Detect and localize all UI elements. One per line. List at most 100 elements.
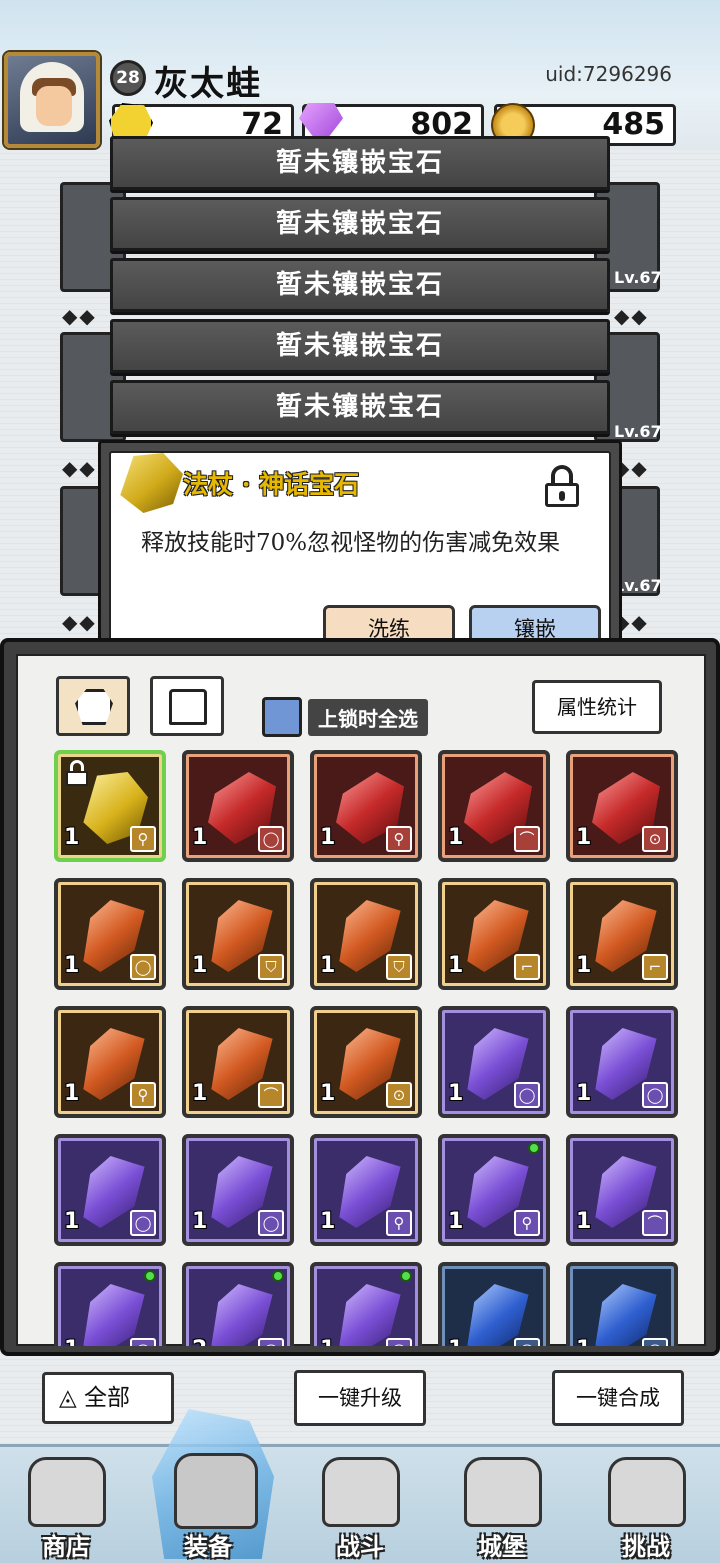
purple-gem-icon (339, 1284, 401, 1346)
gem-item[interactable]: 1 ⚲ (438, 1134, 550, 1246)
gem-item[interactable]: 1 ⛉ (182, 878, 294, 990)
player-avatar[interactable] (4, 52, 100, 148)
nav-label: 城堡 (478, 1532, 526, 1561)
ring-icon: ◯ (258, 826, 284, 852)
item-count: 1 (64, 1081, 80, 1106)
shop-icon (28, 1457, 106, 1527)
nav-challenge[interactable]: 挑战 (582, 1447, 710, 1563)
gem-slot-5[interactable]: 暂未镶嵌宝石 (110, 380, 610, 434)
new-indicator-dot (400, 1270, 412, 1282)
ring-icon: ◯ (386, 1338, 412, 1346)
gem-item[interactable]: 1◯ (54, 1134, 166, 1246)
gem-item[interactable]: 1◯ (438, 1262, 550, 1346)
item-count: 1 (448, 953, 464, 978)
gem-item[interactable]: 1 ⊙ (310, 1006, 422, 1118)
gem-item[interactable]: 1 ⌐ (438, 878, 550, 990)
gem-item[interactable]: 1 ⊙ (566, 750, 678, 862)
equipment-level: Lv.67 (614, 422, 662, 441)
item-count: 1 (320, 1081, 336, 1106)
gem-item[interactable]: 1 ⌐ (566, 878, 678, 990)
gem-slot-1[interactable]: 暂未镶嵌宝石 (110, 136, 610, 190)
gem-slot-2[interactable]: 暂未镶嵌宝石 (110, 197, 610, 251)
select-all-locked[interactable]: 上锁时全选 (262, 694, 458, 740)
attribute-stats-button[interactable]: 属性统计 (532, 680, 662, 734)
item-count: 1 (576, 1337, 591, 1346)
lock-icon[interactable] (545, 465, 579, 507)
boots-icon: ⌐ (514, 954, 540, 980)
gem-item[interactable]: 1◯ (54, 1262, 166, 1346)
gem-item[interactable]: 1◯ (54, 878, 166, 990)
item-count: 1 (64, 1337, 79, 1346)
item-count: 1 (576, 1081, 592, 1106)
ring-icon: ◯ (130, 1338, 156, 1346)
gem-description: 释放技能时70%忽视怪物的伤害减免效果 (141, 530, 561, 556)
lock-icon (66, 760, 88, 786)
gem-item[interactable]: 1 ⚲ (54, 1006, 166, 1118)
nav-equipment[interactable]: 装备 (144, 1409, 274, 1563)
star-diamond-icon: ◆◆ (614, 304, 649, 328)
nav-label: 商店 (42, 1532, 90, 1561)
gem-detail-popup: 法杖 · 神话宝石 释放技能时70%忽视怪物的伤害减免效果 洗练 镶嵌 (98, 440, 622, 666)
necklace-icon: ⊙ (642, 826, 668, 852)
select-all-checkbox[interactable] (262, 697, 302, 737)
tab-clothing[interactable] (150, 676, 224, 736)
one-click-merge-button[interactable]: 一键合成 (552, 1370, 684, 1426)
gem-item[interactable]: 1 ⌒ (566, 1134, 678, 1246)
avatar-face (36, 86, 72, 126)
item-count: 1 (192, 1209, 208, 1234)
inventory-inner: 上锁时全选 属性统计 1 ⚲ 1 ◯ 1 ⚲ 1 ⌒ 1 ⊙ 1 ◯ 1 ⛉ 1 ⛉ 1 ⌐ 1 ⌐ 1 ⚲ 1 ⌒ 1 ⊙ 1 ◯ 1… (16, 654, 706, 1346)
ring-icon: ◯ (258, 1210, 284, 1236)
wand-icon: ⚲ (514, 1210, 540, 1236)
blue-gem-icon (595, 1284, 657, 1346)
shield-icon (608, 1457, 686, 1527)
helmet-icon: ⌒ (514, 826, 540, 852)
gem-item[interactable]: 1◯ (566, 1006, 678, 1118)
ring-icon: ◯ (642, 1338, 668, 1346)
purple-gem-icon (211, 1284, 273, 1346)
ring-icon: ◯ (258, 1338, 284, 1346)
bottom-nav: 商店 装备 战斗 城堡 挑战 (0, 1409, 720, 1563)
wand-icon: ⚲ (386, 826, 412, 852)
item-count: 1 (320, 825, 336, 850)
gem-item[interactable]: 1 ⚲ (310, 1134, 422, 1246)
gem-item[interactable]: 1◯ (310, 1262, 422, 1346)
star-diamond-icon: ◆◆ (62, 610, 97, 634)
nav-label: 装备 (184, 1532, 232, 1561)
one-click-upgrade-button[interactable]: 一键升级 (294, 1370, 426, 1426)
gem-item[interactable]: 1◯ (566, 1262, 678, 1346)
armor-icon: ⛉ (386, 954, 412, 980)
armor-icon: ⛉ (258, 954, 284, 980)
filter-arrow-icon: ◬ (59, 1385, 84, 1411)
item-count: 1 (192, 825, 208, 850)
purple-gem-icon (83, 1284, 145, 1346)
currency-value: 485 (602, 107, 665, 142)
gem-slot-4[interactable]: 暂未镶嵌宝石 (110, 319, 610, 373)
item-count: 1 (448, 1337, 463, 1346)
gem-item[interactable]: 1 ⚲ (310, 750, 422, 862)
tab-gems[interactable] (56, 676, 130, 736)
gem-slot-3[interactable]: 暂未镶嵌宝石 (110, 258, 610, 312)
player-name: 灰太蛙 (154, 64, 262, 104)
nav-battle[interactable]: 战斗 (296, 1447, 424, 1563)
helmet-icon: ⌒ (642, 1210, 668, 1236)
player-level-badge: 28 (110, 60, 146, 96)
gem-item[interactable]: 1◯ (182, 750, 294, 862)
gem-item[interactable]: 1◯ (182, 1134, 294, 1246)
gem-item[interactable]: 1 ⌒ (182, 1006, 294, 1118)
gem-title: 法杖 · 神话宝石 (183, 470, 360, 499)
item-count: 1 (576, 825, 592, 850)
item-count: 1 (192, 953, 208, 978)
nav-shop[interactable]: 商店 (2, 1447, 130, 1563)
gem-item[interactable]: 1 ⛉ (310, 878, 422, 990)
nav-castle[interactable]: 城堡 (438, 1447, 566, 1563)
wand-icon: ⚲ (130, 1082, 156, 1108)
necklace-icon: ⊙ (386, 1082, 412, 1108)
gem-item[interactable]: 1◯ (438, 1006, 550, 1118)
gem-item[interactable]: 1 ⚲ (54, 750, 166, 862)
gem-item[interactable]: 1 ⌒ (438, 750, 550, 862)
ring-icon: ◯ (130, 1210, 156, 1236)
gem-item[interactable]: 2◯ (182, 1262, 294, 1346)
ring-icon: ◯ (642, 1082, 668, 1108)
castle-icon (464, 1457, 542, 1527)
equipment-level: Lv.67 (614, 268, 662, 287)
